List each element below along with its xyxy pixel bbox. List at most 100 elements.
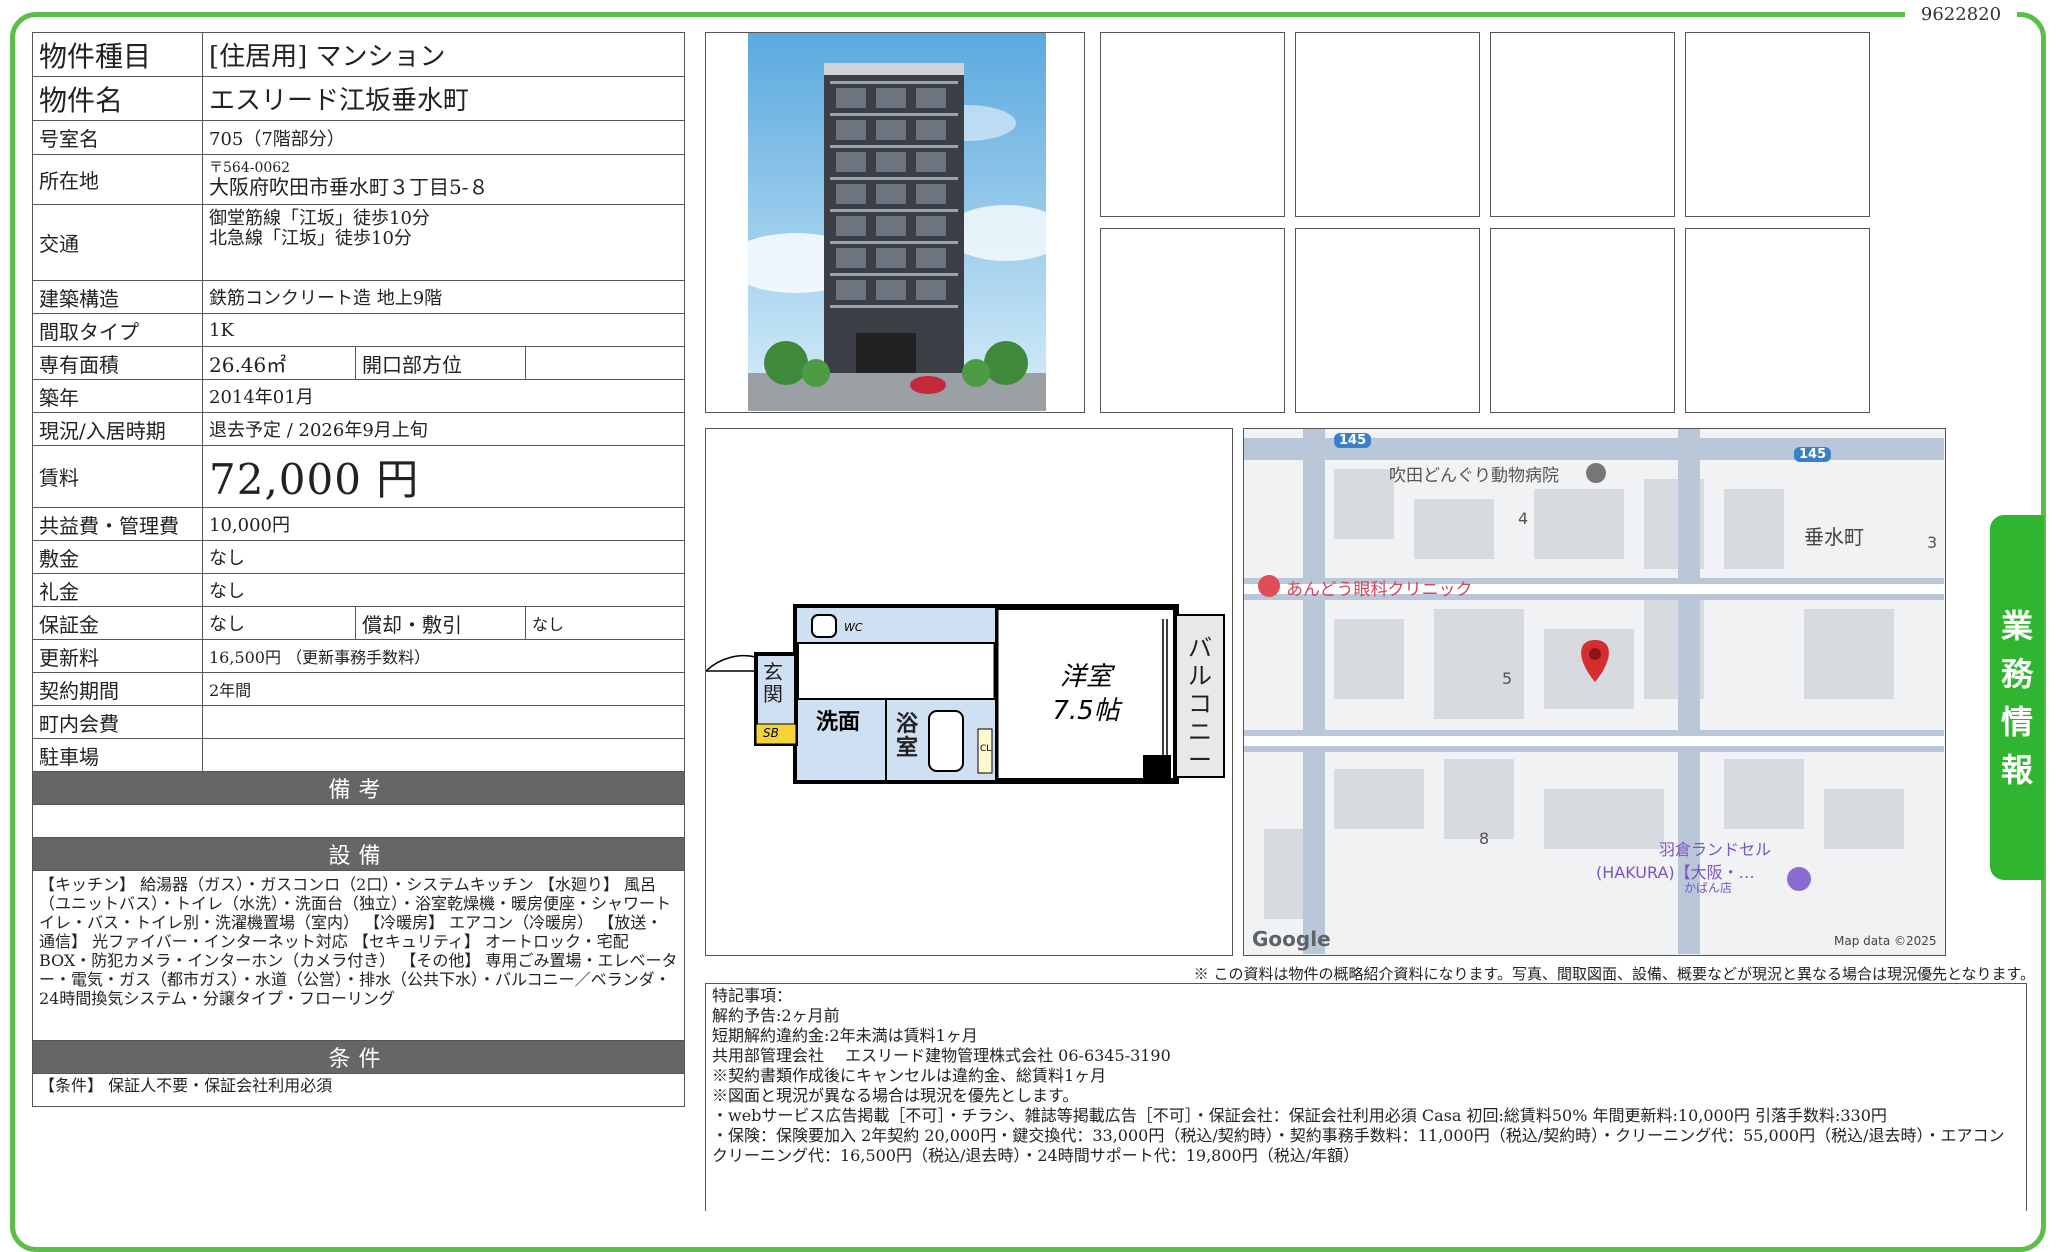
status-label: 現況/入居時期 — [32, 412, 203, 446]
guarantee-label: 保証金 — [32, 606, 203, 640]
deposit-label: 敷金 — [32, 540, 203, 574]
map-block-number: 8 — [1479, 829, 1490, 848]
built-value: 2014年01月 — [202, 379, 685, 413]
name-value: エスリード江坂垂水町 — [202, 76, 685, 121]
postal-code: 〒564-0062 — [209, 159, 291, 176]
built-label: 築年 — [32, 379, 203, 413]
transport-line: 北急線「江坂」徒歩10分 — [209, 228, 412, 249]
address-cell: 〒564-0062 大阪府吹田市垂水町３丁目5-８ — [202, 154, 685, 205]
photo-thumbnail-5[interactable] — [1100, 228, 1285, 413]
photo-thumbnail-1[interactable] — [1100, 32, 1285, 217]
remarks-header: 備考 — [32, 771, 685, 805]
side-tab-char: 務 — [2000, 654, 2033, 693]
side-tab-char: 業 — [2000, 606, 2033, 645]
property-table: 物件種目 [住居用] マンション 物件名 エスリード江坂垂水町 号室名 705（… — [32, 32, 685, 1107]
conditions-header: 条件 — [32, 1040, 685, 1074]
map-area-label: 垂水町 — [1804, 525, 1864, 549]
rent-label: 賃料 — [32, 445, 203, 508]
renewal-label: 更新料 — [32, 639, 203, 673]
photo-thumbnail-7[interactable] — [1490, 228, 1675, 413]
note-line: 共用部管理会社 エスリード建物管理株式会社 06-6345-3190 — [712, 1046, 1171, 1065]
balcony-label: バルコニー — [1188, 634, 1212, 774]
structure-value: 鉄筋コンクリート造 地上9階 — [202, 280, 685, 314]
note-line: 短期解約違約金:2年未満は賃料1ヶ月 — [712, 1026, 978, 1045]
room-name-label: 洋室 — [1060, 662, 1116, 692]
floor-plan[interactable]: 洋室 7.5帖 WC SB 洗面 CL 玄関 浴室 バルコニー — [705, 428, 1233, 956]
type-label: 物件種目 — [32, 32, 203, 77]
area-value: 26.46㎡ — [202, 346, 356, 380]
facilities-text: 【キッチン】 給湯器（ガス）・ガスコンロ（2口）・システムキッチン 【水廻り】 … — [32, 870, 685, 1041]
document-id: 9622820 — [1905, 2, 2017, 28]
layout-label: 間取タイプ — [32, 313, 203, 347]
guarantee-value: なし — [202, 606, 356, 640]
map-block-number: 5 — [1502, 669, 1513, 688]
facilities-header: 設備 — [32, 837, 685, 871]
contract-label: 契約期間 — [32, 672, 203, 706]
amortization-value: なし — [525, 606, 685, 640]
special-notes: 特記事項： 解約予告:2ヶ月前 短期解約違約金:2年未満は賃料1ヶ月 共用部管理… — [705, 983, 2027, 1211]
transport-line: 御堂筋線「江坂」徒歩10分 — [209, 208, 430, 229]
direction-value — [525, 346, 685, 380]
remarks-text — [32, 804, 685, 838]
disclaimer-text: ※ この資料は物件の概略紹介資料になります。写真、間取図面、設備、概要などが現況… — [1193, 965, 2035, 983]
map-block-number: 4 — [1518, 509, 1529, 528]
layout-value: 1K — [202, 313, 685, 347]
photo-thumbnail-3[interactable] — [1490, 32, 1675, 217]
building-illustration — [726, 33, 1066, 411]
address-label: 所在地 — [32, 154, 203, 205]
structure-label: 建築構造 — [32, 280, 203, 314]
fee-label: 共益費・管理費 — [32, 507, 203, 541]
room-value: 705（7階部分） — [202, 120, 685, 155]
parking-label: 駐車場 — [32, 738, 203, 772]
note-line: 特記事項： — [712, 986, 793, 1005]
neighborhood-fee-label: 町内会費 — [32, 705, 203, 739]
conditions-text: 【条件】 保証人不要・保証会社利用必須 — [32, 1073, 685, 1107]
key-money-value: なし — [202, 573, 685, 607]
washroom-label: 洗面 — [816, 710, 860, 735]
route-badge: 145 — [1794, 447, 1832, 462]
building-photo[interactable] — [705, 32, 1085, 413]
map-poi-bag-store[interactable]: 羽倉ランドセル — [1640, 841, 1790, 859]
contract-value: 2年間 — [202, 672, 685, 706]
business-info-tab[interactable]: 業 務 情 報 — [1990, 515, 2044, 880]
status-value: 退去予定 / 2026年9月上旬 — [202, 412, 685, 446]
deposit-value: なし — [202, 540, 685, 574]
side-tab-char: 情 — [2000, 702, 2033, 741]
transport-cell: 御堂筋線「江坂」徒歩10分 北急線「江坂」徒歩10分 — [202, 204, 685, 281]
bath-label: 浴室 — [895, 712, 918, 761]
closet-label: CL — [980, 744, 991, 754]
map-poi-eye-clinic[interactable]: あんどう眼科クリニック — [1286, 575, 1473, 600]
area-label: 専有面積 — [32, 346, 203, 380]
photo-thumbnail-8[interactable] — [1685, 228, 1870, 413]
key-money-label: 礼金 — [32, 573, 203, 607]
map-poi-animal-hospital[interactable]: 吹田どんぐり動物病院 — [1389, 461, 1559, 486]
room-size-label: 7.5帖 — [1052, 696, 1123, 726]
note-line: ※契約書類作成後にキャンセルは違約金、総賃料1ヶ月 — [712, 1066, 1107, 1085]
fee-value: 10,000円 — [202, 507, 685, 541]
address-value: 大阪府吹田市垂水町３丁目5-８ — [209, 174, 489, 199]
sb-label: SB — [763, 726, 779, 740]
note-line: 解約予告:2ヶ月前 — [712, 1006, 840, 1025]
photo-thumbnail-6[interactable] — [1295, 228, 1480, 413]
renewal-value: 16,500円 （更新事務手数料） — [202, 639, 685, 673]
side-tab-char: 報 — [2000, 750, 2033, 789]
route-badge: 145 — [1334, 433, 1372, 448]
note-line: ※図面と現況が異なる場合は現況を優先とします。 — [712, 1086, 1079, 1105]
note-line: ・webサービス広告掲載［不可］・チラシ、雑誌等掲載広告［不可］・保証会社：保証… — [712, 1106, 1887, 1125]
photo-thumbnail-2[interactable] — [1295, 32, 1480, 217]
transport-label: 交通 — [32, 204, 203, 281]
google-logo: Google — [1252, 927, 1331, 951]
location-map[interactable]: 145 145 吹田どんぐり動物病院 あんどう眼科クリニック 羽倉ランドセル (… — [1243, 428, 1946, 956]
map-roads — [1244, 429, 1944, 954]
map-poi-bag-store-type: かばん店 — [1684, 881, 1733, 895]
neighborhood-fee-value — [202, 705, 685, 739]
note-line: ・保険：保険要加入 2年契約 20,000円・鍵交換代：33,000円（税込/契… — [712, 1126, 2005, 1165]
room-label: 号室名 — [32, 120, 203, 155]
photo-thumbnail-4[interactable] — [1685, 32, 1870, 217]
amortization-label: 償却・敷引 — [355, 606, 526, 640]
parking-value — [202, 738, 685, 772]
map-poi-bag-store-name: 羽倉ランドセル — [1658, 840, 1771, 859]
direction-label: 開口部方位 — [355, 346, 526, 380]
entrance-label: 玄関 — [763, 660, 783, 706]
type-value: [住居用] マンション — [202, 32, 685, 77]
